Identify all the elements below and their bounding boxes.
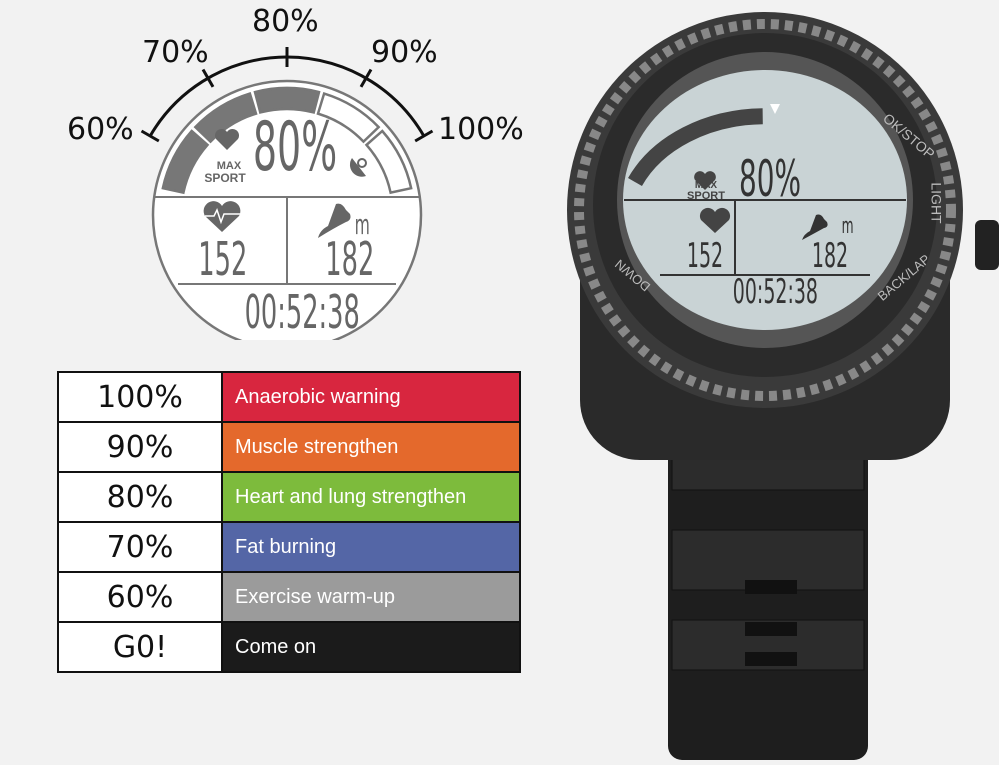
zone-row: 60% Exercise warm-up: [57, 571, 521, 623]
zone-percent: 70%: [57, 521, 223, 573]
scale-tick: [414, 129, 434, 143]
zone-percent: 60%: [57, 571, 223, 623]
heart-rate-value: 152: [686, 236, 724, 276]
zone-row: 80% Heart and lung strengthen: [57, 471, 521, 523]
smartwatch-photo: MAX SPORT 80% 152 182 m 00:52:38 OK/STOP…: [560, 0, 999, 765]
zone-description: Come on: [221, 621, 521, 673]
heart-rate-value: 152: [198, 232, 248, 286]
altitude-value: 182: [811, 236, 849, 276]
sport-label: SPORT: [687, 190, 725, 202]
altitude-unit: m: [354, 208, 370, 241]
elapsed-time: 00:52:38: [732, 272, 818, 312]
scale-tick: [201, 68, 215, 88]
scale-label-100: 100%: [438, 112, 524, 147]
zone-description: Heart and lung strengthen: [221, 471, 521, 523]
elapsed-time: 00:52:38: [244, 285, 360, 339]
altitude-unit: m: [841, 214, 854, 239]
scale-label-80: 80%: [252, 4, 319, 39]
zone-description: Exercise warm-up: [221, 571, 521, 623]
zone-description: Anaerobic warning: [221, 371, 521, 423]
side-button: [975, 220, 999, 270]
zone-row: 100% Anaerobic warning: [57, 371, 521, 423]
heart-rate-zone-table: 100% Anaerobic warning 90% Muscle strengthe…: [57, 371, 521, 673]
scale-label-60: 60%: [67, 112, 134, 147]
intensity-percent: 80%: [252, 108, 338, 187]
zone-percent: G0!: [57, 621, 223, 673]
zone-percent: 80%: [57, 471, 223, 523]
light-button-label: LIGHT: [928, 182, 945, 224]
zone-row: G0! Come on: [57, 621, 521, 673]
scale-label-90: 90%: [371, 35, 438, 70]
sport-label: SPORT: [204, 171, 246, 185]
scale-label-70: 70%: [142, 35, 209, 70]
zone-row: 90% Muscle strengthen: [57, 421, 521, 473]
zone-percent: 90%: [57, 421, 223, 473]
scale-tick: [359, 68, 373, 88]
zone-description: Muscle strengthen: [221, 421, 521, 473]
watch-graphics: [567, 12, 999, 760]
intensity-percent: 80%: [739, 150, 801, 208]
zone-description: Fat burning: [221, 521, 521, 573]
zone-row: 70% Fat burning: [57, 521, 521, 573]
zone-percent: 100%: [57, 371, 223, 423]
scale-tick: [140, 129, 160, 143]
